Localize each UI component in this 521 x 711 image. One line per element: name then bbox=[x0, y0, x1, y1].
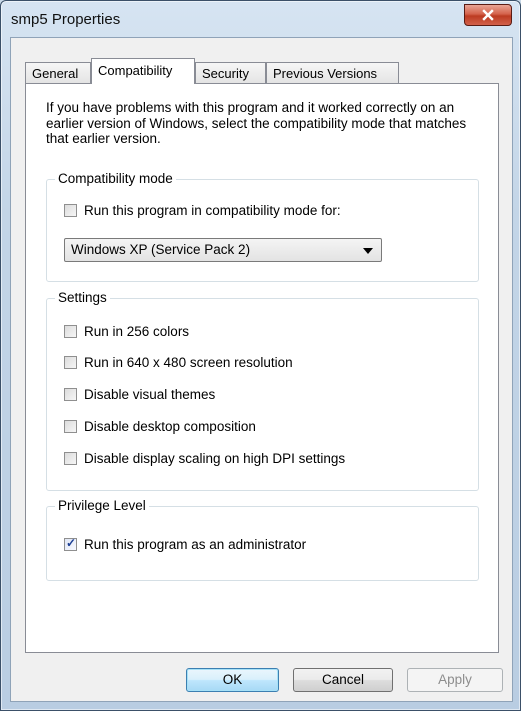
dropdown-arrow-icon bbox=[363, 248, 373, 254]
compat-mode-checkbox-label[interactable]: Run this program in compatibility mode f… bbox=[84, 203, 341, 218]
setting-256-colors[interactable]: Run in 256 colors bbox=[64, 321, 189, 341]
close-icon bbox=[482, 9, 494, 21]
tab-security[interactable]: Security bbox=[195, 62, 266, 83]
checkbox-dpi-scaling[interactable] bbox=[64, 451, 77, 465]
tab-general[interactable]: General bbox=[25, 62, 91, 83]
close-button[interactable] bbox=[464, 4, 512, 26]
checkmark-icon: ✓ bbox=[66, 535, 77, 550]
compatibility-panel: If you have problems with this program a… bbox=[25, 83, 499, 653]
tab-previous-versions[interactable]: Previous Versions bbox=[266, 62, 399, 83]
label-256-colors[interactable]: Run in 256 colors bbox=[84, 324, 189, 339]
compatibility-mode-group: Compatibility mode Run this program in c… bbox=[46, 171, 479, 282]
settings-label: Settings bbox=[55, 290, 110, 305]
label-visual-themes[interactable]: Disable visual themes bbox=[84, 387, 215, 402]
checkbox-640x480[interactable] bbox=[64, 355, 77, 369]
compatibility-mode-label: Compatibility mode bbox=[55, 171, 176, 186]
checkbox-desktop-composition[interactable] bbox=[64, 419, 77, 433]
run-as-admin-label[interactable]: Run this program as an administrator bbox=[84, 537, 306, 552]
setting-desktop-composition[interactable]: Disable desktop composition bbox=[64, 416, 256, 436]
run-as-admin-checkbox[interactable]: ✓ bbox=[64, 535, 77, 551]
compat-mode-checkbox[interactable] bbox=[64, 203, 77, 217]
os-version-selected: Windows XP (Service Pack 2) bbox=[71, 242, 251, 257]
apply-button[interactable]: Apply bbox=[407, 668, 503, 692]
tab-strip: General Compatibility Security Previous … bbox=[25, 58, 505, 84]
ok-button[interactable]: OK bbox=[186, 668, 279, 692]
label-desktop-composition[interactable]: Disable desktop composition bbox=[84, 419, 256, 434]
privilege-level-label: Privilege Level bbox=[55, 498, 149, 513]
tab-compatibility[interactable]: Compatibility bbox=[91, 58, 195, 84]
checkbox-256-colors[interactable] bbox=[64, 324, 77, 338]
checkbox-visual-themes[interactable] bbox=[64, 387, 77, 401]
privilege-level-group: Privilege Level ✓ Run this program as an… bbox=[46, 498, 479, 581]
compat-mode-checkbox-row[interactable]: Run this program in compatibility mode f… bbox=[64, 200, 341, 220]
os-version-dropdown[interactable]: Windows XP (Service Pack 2) bbox=[64, 238, 382, 262]
window-title: smp5 Properties bbox=[11, 11, 121, 28]
run-as-admin-row[interactable]: ✓ Run this program as an administrator bbox=[64, 534, 306, 554]
setting-visual-themes[interactable]: Disable visual themes bbox=[64, 384, 215, 404]
label-640x480[interactable]: Run in 640 x 480 screen resolution bbox=[84, 355, 293, 370]
settings-group: Settings Run in 256 colors Run in 640 x … bbox=[46, 290, 479, 491]
dialog-client-area: General Compatibility Security Previous … bbox=[10, 37, 513, 702]
intro-text: If you have problems with this program a… bbox=[46, 100, 467, 146]
setting-dpi-scaling[interactable]: Disable display scaling on high DPI sett… bbox=[64, 448, 345, 468]
cancel-button[interactable]: Cancel bbox=[293, 668, 393, 692]
title-bar[interactable]: smp5 Properties bbox=[1, 1, 520, 37]
properties-window: smp5 Properties General Compatibility Se… bbox=[0, 0, 521, 711]
label-dpi-scaling[interactable]: Disable display scaling on high DPI sett… bbox=[84, 451, 345, 466]
setting-640x480[interactable]: Run in 640 x 480 screen resolution bbox=[64, 352, 293, 372]
